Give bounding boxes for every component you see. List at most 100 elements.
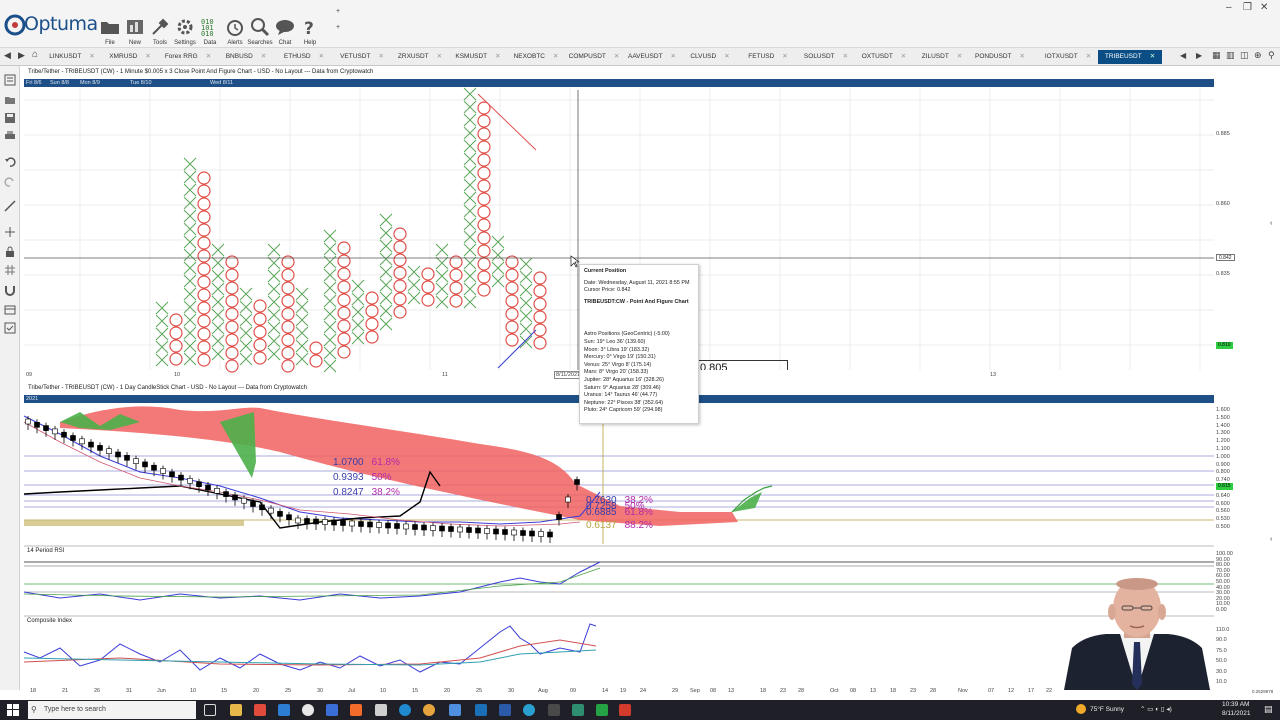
scroll-tabs-left-icon[interactable]: ◀	[1180, 51, 1186, 60]
scroll-left-icon[interactable]: ‹	[1270, 536, 1272, 543]
tab-clvusd[interactable]: CLVUSD ✕	[682, 50, 738, 64]
print-icon[interactable]	[4, 130, 16, 142]
task-view-icon[interactable]	[204, 704, 216, 716]
tab-zrxusdt[interactable]: ZRXUSDT ✕	[392, 50, 448, 64]
close-tab-icon[interactable]: ✕	[614, 53, 619, 60]
app-icon[interactable]	[302, 704, 314, 716]
tab-fetusd[interactable]: FETUSD ✕	[740, 50, 796, 64]
app-icon[interactable]	[523, 704, 535, 716]
app-icon[interactable]	[475, 704, 487, 716]
properties-icon[interactable]	[4, 74, 16, 86]
store-icon[interactable]	[254, 704, 266, 716]
mail-icon[interactable]	[278, 704, 290, 716]
checklist-icon[interactable]	[4, 322, 16, 334]
close-tab-icon[interactable]: ✕	[145, 53, 150, 60]
grid-icon[interactable]	[4, 264, 16, 276]
chrome-icon[interactable]	[423, 704, 435, 716]
tray-icons[interactable]: ⌃ ▭ ◐ ▯ ◂)	[1140, 705, 1172, 713]
tile-icon[interactable]: ▥	[1226, 50, 1235, 61]
open-folder-icon[interactable]	[4, 94, 16, 106]
close-tab-icon[interactable]: ✕	[495, 53, 500, 60]
close-tab-icon[interactable]: ✕	[437, 53, 442, 60]
word-icon[interactable]	[499, 704, 511, 716]
clock-date[interactable]: 8/11/2021	[1222, 710, 1250, 717]
file-button[interactable]: File	[97, 16, 123, 46]
tab-bnbusd[interactable]: BNBUSD ✕	[218, 50, 274, 64]
back-arrow-icon[interactable]: ◀	[4, 50, 11, 61]
tab-zilusdt[interactable]: ZILUSDT ✕	[914, 50, 970, 64]
crosshair-icon[interactable]	[4, 226, 16, 238]
tab-xmrusd[interactable]: XMRUSD ✕	[102, 50, 158, 64]
minimize-icon[interactable]: –	[1226, 2, 1232, 13]
tab-aaveusdt[interactable]: AAVEUSDT ✕	[624, 50, 680, 64]
app-icon[interactable]	[572, 704, 584, 716]
tools-button[interactable]: Tools	[147, 16, 173, 46]
tab-forex-rrg[interactable]: Forex RRG ✕	[160, 50, 216, 64]
save-icon[interactable]	[4, 112, 16, 124]
app-icon[interactable]	[449, 704, 461, 716]
app-icon[interactable]	[596, 704, 608, 716]
clock-time[interactable]: 10:39 AM	[1222, 701, 1249, 708]
notifications-icon[interactable]: ▤	[1264, 704, 1273, 715]
close-tab-icon[interactable]: ✕	[901, 53, 906, 60]
calculator-icon[interactable]	[375, 704, 387, 716]
close-tab-icon[interactable]: ✕	[957, 53, 962, 60]
close-tab-icon[interactable]: ✕	[206, 53, 211, 60]
data-button[interactable]: 010 101 010 Data	[197, 16, 223, 46]
tab-ksmusdt[interactable]: KSMUSDT ✕	[450, 50, 506, 64]
chat-button[interactable]: Chat	[272, 16, 298, 46]
windows-start-icon[interactable]	[7, 704, 19, 716]
layout-grid-icon[interactable]: ▦	[1212, 50, 1221, 61]
searches-button[interactable]: Searches	[247, 16, 273, 46]
help-button[interactable]: ? Help	[297, 16, 323, 46]
home-icon[interactable]: ⌂	[32, 49, 38, 60]
close-tab-icon[interactable]: ✕	[378, 53, 383, 60]
layers-icon[interactable]	[4, 304, 16, 316]
app-icon[interactable]	[548, 704, 560, 716]
settings-button[interactable]: Settings	[172, 16, 198, 46]
lock-icon[interactable]	[4, 246, 16, 258]
expand-icon[interactable]: +	[336, 8, 340, 15]
close-tab-icon[interactable]: ✕	[724, 53, 729, 60]
tab-pondusdt[interactable]: PONDUSDT ✕	[972, 50, 1028, 64]
tab-compusdt[interactable]: COMPUSDT ✕	[566, 50, 622, 64]
tab-iotxusdt[interactable]: IOTXUSDT ✕	[1040, 50, 1096, 64]
file-explorer-icon[interactable]	[230, 704, 242, 716]
close-tab-icon[interactable]: ✕	[1086, 53, 1091, 60]
close-tab-icon[interactable]: ✕	[782, 53, 787, 60]
tab-ethusd[interactable]: ETHUSD ✕	[276, 50, 332, 64]
scroll-left-icon[interactable]: ‹	[1270, 220, 1272, 227]
brave-icon[interactable]	[350, 704, 362, 716]
close-tab-icon[interactable]: ✕	[671, 53, 676, 60]
tab-solusdt[interactable]: SOLUSDT ✕	[798, 50, 854, 64]
magnet-icon[interactable]	[4, 284, 16, 296]
restore-icon[interactable]: ❐	[1243, 2, 1252, 13]
app-icon[interactable]	[326, 704, 338, 716]
tab-vetusdt[interactable]: VETUSDT ✕	[334, 50, 390, 64]
tab-nexobtc[interactable]: NEXOBTC ✕	[508, 50, 564, 64]
alerts-button[interactable]: Alerts	[222, 16, 248, 46]
close-tab-icon[interactable]: ✕	[843, 53, 848, 60]
undo-icon[interactable]	[4, 156, 16, 168]
close-tab-icon[interactable]: ✕	[1020, 53, 1025, 60]
forward-arrow-icon[interactable]: ▶	[18, 50, 25, 61]
tab-linkusdt[interactable]: LINKUSDT ✕	[44, 50, 100, 64]
scroll-tabs-right-icon[interactable]: ▶	[1196, 51, 1202, 60]
new-button[interactable]: New	[122, 16, 148, 46]
redo-icon[interactable]	[4, 176, 16, 188]
optuma-taskbar-icon[interactable]	[619, 704, 631, 716]
link-icon[interactable]: ⚲	[1268, 50, 1275, 61]
close-tab-icon[interactable]: ✕	[553, 53, 558, 60]
close-icon[interactable]: ✕	[1260, 2, 1268, 13]
tab-tribeusdt[interactable]: TRIBEUSDT ✕	[1098, 50, 1162, 64]
draw-line-icon[interactable]	[4, 200, 16, 212]
workspace-icon[interactable]: ◫	[1240, 50, 1249, 61]
zoom-icon[interactable]: ⊕	[1254, 50, 1262, 61]
tab-oxtusdt[interactable]: OXTUSDT ✕	[856, 50, 912, 64]
close-tab-icon[interactable]: ✕	[319, 53, 324, 60]
close-tab-icon[interactable]: ✕	[261, 53, 266, 60]
edge-icon[interactable]	[399, 704, 411, 716]
collapse-icon[interactable]: +	[336, 24, 340, 31]
close-tab-icon[interactable]: ✕	[89, 53, 94, 60]
close-tab-icon[interactable]: ✕	[1150, 53, 1155, 60]
